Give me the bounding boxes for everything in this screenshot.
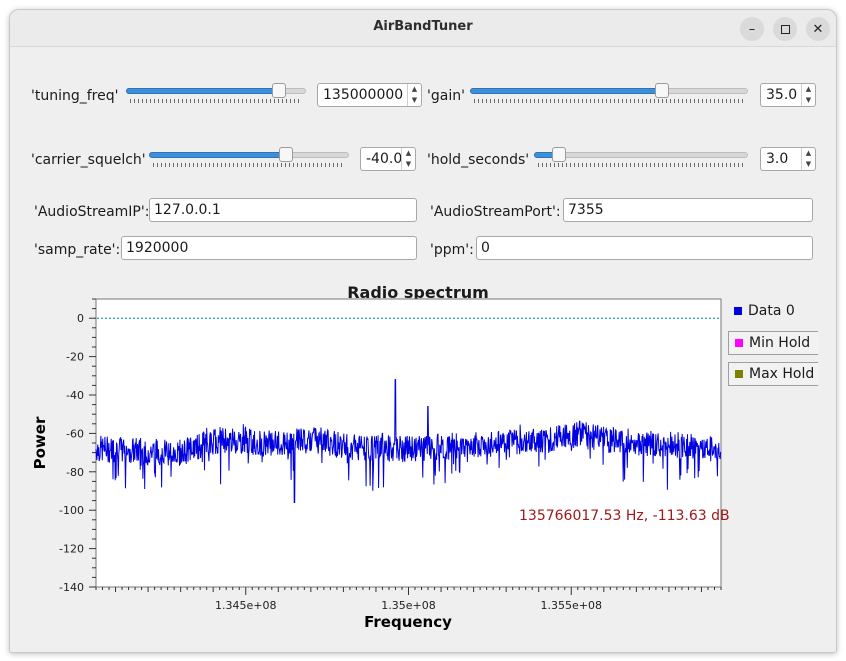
y-tick-label: 0 (77, 312, 84, 325)
legend-item-min-hold[interactable]: Min Hold (728, 331, 818, 355)
marker-readout: 135766017.53 Hz, -113.63 dB (519, 508, 730, 524)
legend-item-max-hold[interactable]: Max Hold (728, 362, 818, 386)
legend-label: Min Hold (749, 335, 811, 351)
x-tick-label: 1.35e+08 (381, 599, 435, 612)
x-axis: 1.345e+08 1.35e+08 1.355e+08 (95, 587, 722, 612)
y-tick-label: -60 (66, 427, 84, 440)
legend-swatch (734, 307, 742, 315)
legend-label: Data 0 (748, 303, 795, 319)
y-tick-label: -40 (66, 389, 84, 402)
legend-swatch (735, 370, 743, 378)
y-tick-label: -100 (59, 504, 84, 517)
x-axis-label: Frequency (364, 613, 452, 631)
x-tick-label: 1.355e+08 (541, 599, 602, 612)
spectrum-plot[interactable]: 0 -20 -40 -60 -80 -100 -120 -140 1.345e+08 1.35e… (10, 10, 837, 653)
legend-label: Max Hold (749, 366, 815, 382)
app-window: AirBandTuner – ✕ 'tuning_freq' 135000000… (9, 9, 837, 653)
y-tick-label: -20 (66, 351, 84, 364)
x-tick-label: 1.345e+08 (215, 599, 276, 612)
legend-swatch (735, 339, 743, 347)
y-axis: 0 -20 -40 -60 -80 -100 -120 -140 (59, 298, 96, 594)
y-tick-label: -80 (66, 466, 84, 479)
y-tick-label: -120 (59, 543, 84, 556)
y-tick-label: -140 (59, 581, 84, 594)
legend-item-data-0[interactable]: Data 0 (728, 300, 818, 324)
y-axis-label: Power (31, 416, 49, 469)
